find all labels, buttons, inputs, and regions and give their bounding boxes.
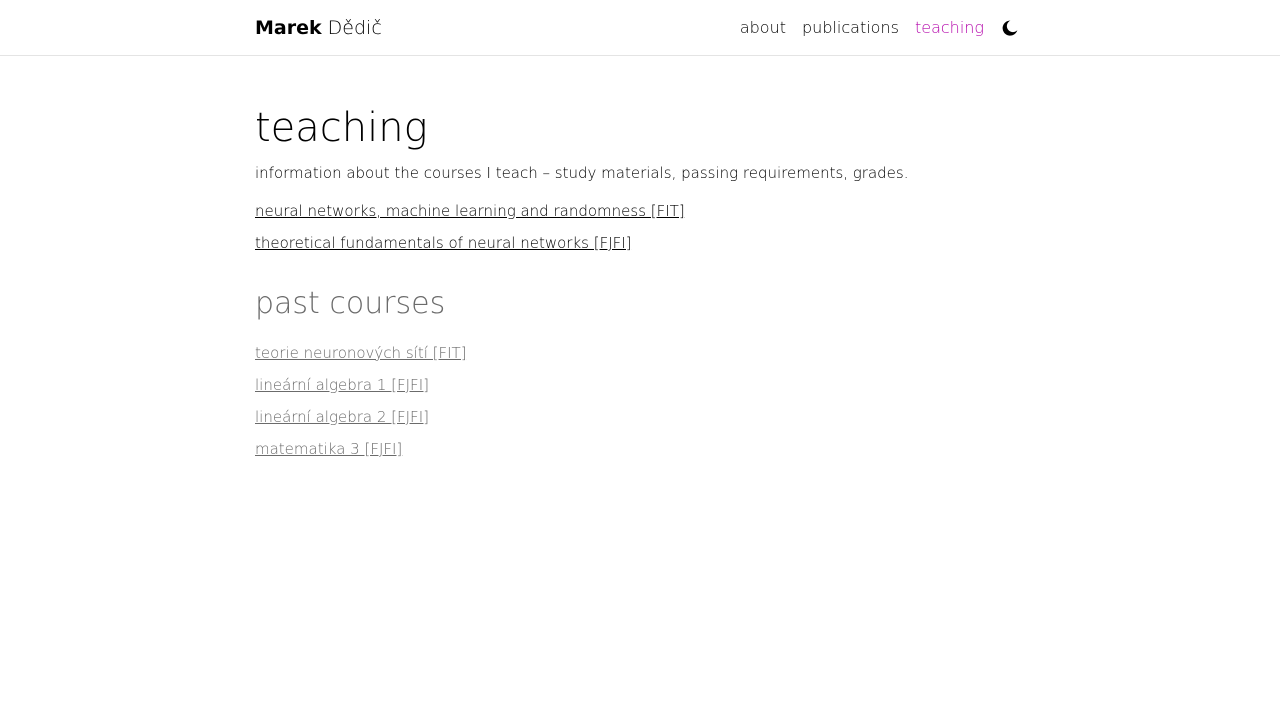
moon-icon [1002, 20, 1018, 36]
course-link[interactable]: neural networks, machine learning and ra… [255, 202, 685, 220]
nav-item-publications[interactable]: publications [802, 14, 899, 42]
nav-item-teaching[interactable]: teaching [915, 14, 984, 42]
past-course-link[interactable]: matematika 3 [FJFI] [255, 440, 402, 458]
past-course-link[interactable]: teorie neuronových sítí [FIT] [255, 344, 467, 362]
past-course-link[interactable]: lineární algebra 1 [FJFI] [255, 376, 429, 394]
list-item: lineární algebra 2 [FJFI] [255, 406, 1025, 438]
page-title: teaching [255, 105, 428, 151]
course-link[interactable]: theoretical fundamentals of neural netwo… [255, 234, 632, 252]
list-item: lineární algebra 1 [FJFI] [255, 374, 1025, 406]
past-courses-heading: past courses [255, 286, 446, 321]
list-item: teorie neuronových sítí [FIT] [255, 342, 1025, 374]
brand-first-name: Marek [255, 17, 322, 39]
brand-last-name: Dědič [327, 17, 382, 39]
navbar: Marek Dědič about publications teaching [0, 0, 1280, 56]
nav-item-about[interactable]: about [740, 14, 786, 42]
site-title-link[interactable]: Marek Dědič [255, 14, 382, 42]
list-item: matematika 3 [FJFI] [255, 438, 1025, 470]
list-item: neural networks, machine learning and ra… [255, 200, 1025, 232]
past-courses-list: teorie neuronových sítí [FIT] lineární a… [255, 342, 1025, 470]
theme-toggle-button[interactable] [1000, 18, 1020, 38]
main-content: teaching information about the courses I… [255, 100, 1025, 470]
current-courses-list: neural networks, machine learning and ra… [255, 200, 1025, 264]
list-item: theoretical fundamentals of neural netwo… [255, 232, 1025, 264]
past-course-link[interactable]: lineární algebra 2 [FJFI] [255, 408, 429, 426]
page-description: information about the courses I teach – … [255, 164, 909, 182]
main-nav: about publications teaching [724, 14, 1020, 42]
